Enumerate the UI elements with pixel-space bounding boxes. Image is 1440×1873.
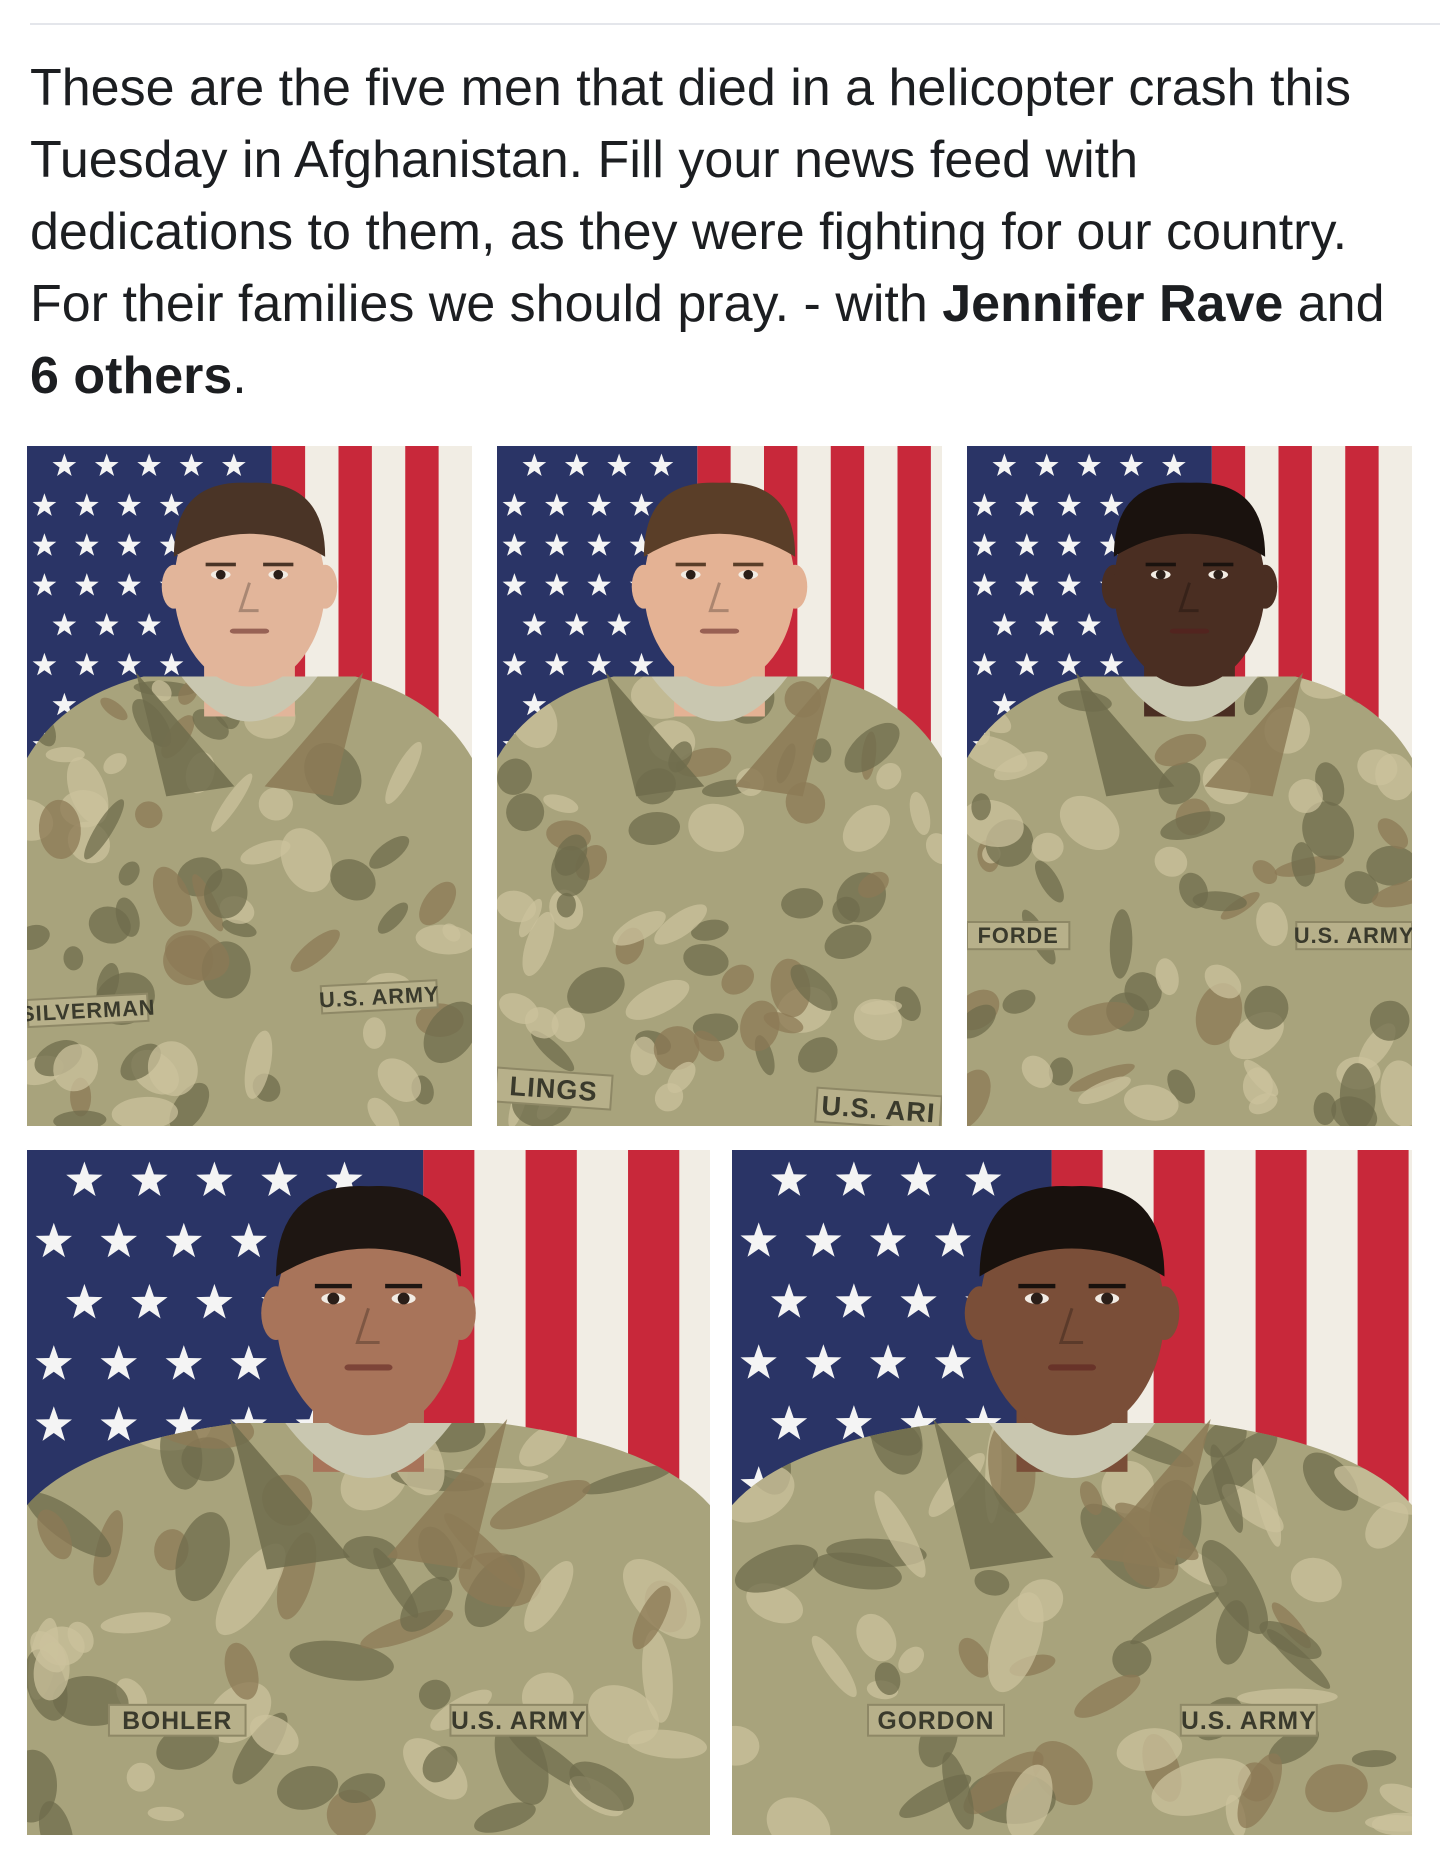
name-tape: LINGS (497, 1066, 614, 1111)
eyebrow (1203, 562, 1234, 567)
branch-tape-text: U.S. ARMY (451, 1708, 586, 1735)
soldier-photo-3[interactable]: FORDE U.S. ARMY (967, 446, 1412, 1126)
pupil (685, 569, 696, 580)
branch-tape-text: U.S. ARMY (1181, 1708, 1316, 1735)
eyebrow (314, 1283, 352, 1289)
pupil (1101, 1292, 1114, 1305)
mouth (699, 628, 740, 634)
pupil (215, 569, 226, 580)
portrait-image: FORDE U.S. ARMY (967, 446, 1412, 1126)
name-tape: GORDON (867, 1703, 1005, 1737)
mouth (1169, 628, 1210, 634)
mouth (344, 1364, 393, 1371)
branch-tape-text: U.S. ARMY (1294, 923, 1412, 948)
branch-tape: U.S. ARMY (318, 979, 440, 1015)
eyebrow (675, 562, 706, 567)
name-tape: SILVERMAN (27, 992, 156, 1029)
name-tape-text: FORDE (978, 923, 1059, 948)
tagged-others-link[interactable]: 6 others (30, 347, 232, 405)
pupil (1030, 1292, 1043, 1305)
mouth (229, 628, 270, 634)
top-divider (30, 23, 1440, 25)
post-text-suffix: . (232, 347, 247, 405)
eyebrow (1145, 562, 1176, 567)
pupil (397, 1292, 410, 1305)
name-tape: BOHLER (107, 1703, 247, 1737)
soldier-photo-5[interactable]: GORDON U.S. ARMY (732, 1150, 1412, 1835)
soldier-photo-2[interactable]: LINGS U.S. ARI (497, 446, 942, 1126)
eyebrow (263, 562, 294, 567)
portrait-image: LINGSU.S. ARI (497, 446, 942, 1126)
portrait-image: GORDON U.S. ARMY (732, 1150, 1412, 1835)
name-tape-text: BOHLER (122, 1708, 232, 1735)
branch-tape: U.S. ARMY (1294, 921, 1412, 951)
name-tape: FORDE (967, 921, 1071, 951)
pupil (273, 569, 284, 580)
post-text-connector: and (1283, 275, 1385, 333)
eyebrow (385, 1283, 423, 1289)
tagged-user-link[interactable]: Jennifer Rave (942, 275, 1283, 333)
branch-tape: U.S. ARMY (449, 1703, 589, 1737)
pupil (327, 1292, 340, 1305)
mouth (1047, 1364, 1097, 1371)
eyebrow (1018, 1283, 1056, 1289)
eyebrow (1088, 1283, 1126, 1289)
post-text: These are the five men that died in a he… (30, 52, 1400, 412)
soldier-photo-1[interactable]: SILVERMAN U.S. ARMY (27, 446, 472, 1126)
name-tape-text: GORDON (878, 1708, 995, 1735)
eyebrow (205, 562, 236, 567)
eyebrow (733, 562, 764, 567)
portrait-image: BOHLER U.S. ARMY (27, 1150, 710, 1835)
pupil (743, 569, 754, 580)
pupil (1213, 569, 1224, 580)
pupil (1155, 569, 1166, 580)
portrait-image: SILVERMAN U.S. ARMY (27, 446, 472, 1126)
name-tape-text: LINGS (509, 1070, 599, 1107)
branch-tape: U.S. ARMY (1179, 1703, 1318, 1737)
soldier-photo-4[interactable]: BOHLER U.S. ARMY (27, 1150, 710, 1835)
